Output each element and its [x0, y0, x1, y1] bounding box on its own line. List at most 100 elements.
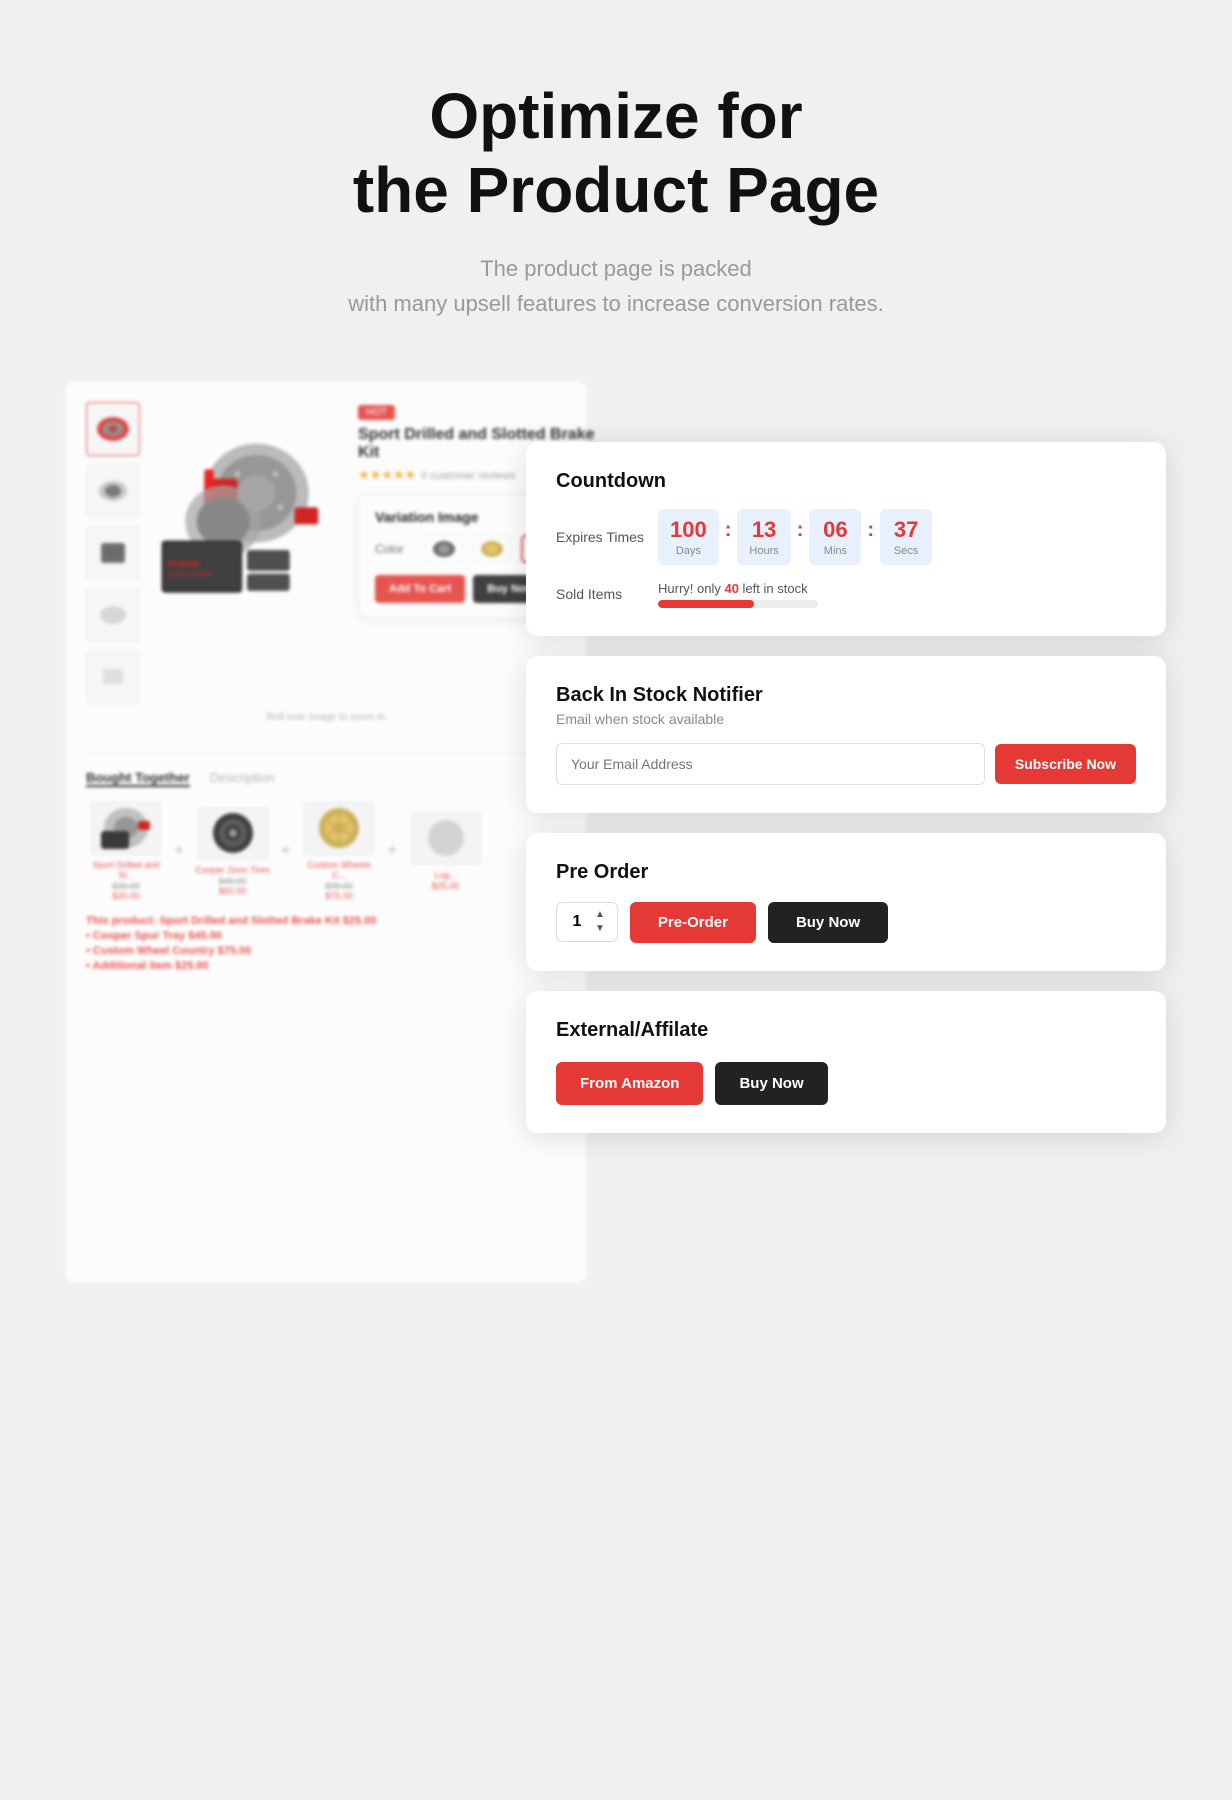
swatch-1[interactable]: [425, 535, 463, 563]
together-name-3: Custom Wheels C...: [299, 860, 379, 882]
product-tag: HOT: [358, 405, 395, 420]
together-name-4: Lug...: [434, 870, 457, 881]
swatch-2[interactable]: [473, 535, 511, 563]
plus-3: +: [387, 840, 398, 861]
hero-subtitle: The product page is packed with many ups…: [348, 251, 884, 321]
preorder-buy-now-button[interactable]: Buy Now: [768, 902, 888, 943]
pre-order-title: Pre Order: [556, 861, 1136, 884]
together-price-old-1: $39.00: [112, 881, 140, 891]
from-amazon-button[interactable]: From Amazon: [556, 1062, 703, 1105]
days-unit: Days: [676, 545, 701, 557]
main-content: POWER EVOLUTION HOT Sport Drilled and Sl…: [66, 382, 1166, 1282]
external-buy-now-button[interactable]: Buy Now: [715, 1062, 827, 1105]
thumbnail-column: [86, 402, 140, 704]
together-product-3: Custom Wheels C... $99.00 $75.00: [299, 801, 379, 902]
hero-subtitle-line2: with many upsell features to increase co…: [348, 291, 884, 316]
progress-bar: [658, 600, 818, 608]
hero-title-line1: Optimize for: [429, 80, 802, 152]
plus-2: +: [281, 840, 292, 861]
plus-1: +: [174, 840, 185, 861]
qty-down-button[interactable]: ▼: [593, 923, 607, 935]
hero-title-line2: the Product Page: [353, 154, 879, 226]
bought-together-section: Bought Together Description: [86, 753, 566, 973]
thumb-2: [86, 464, 140, 518]
together-product-2: Cooper Zeon Tires $49.00 $60.00: [193, 806, 273, 896]
days-box: 100 Days: [658, 509, 719, 565]
quantity-buttons: ▲ ▼: [593, 909, 607, 935]
pre-order-card: Pre Order 1 ▲ ▼ Pre-Order Buy Now: [526, 833, 1166, 971]
product-main-area: POWER EVOLUTION HOT Sport Drilled and Sl…: [86, 402, 566, 704]
together-price-new-4: $25.00: [432, 881, 460, 891]
hero-section: Optimize for the Product Page The produc…: [348, 80, 884, 322]
add-to-cart-button[interactable]: Add To Cart: [375, 575, 465, 603]
days-value: 100: [670, 517, 707, 543]
section-nav: Bought Together Description: [86, 770, 566, 787]
together-img-3: [303, 801, 375, 856]
total-item-1: This product: Sport Drilled and Slotted …: [86, 915, 566, 927]
back-in-stock-title: Back In Stock Notifier: [556, 684, 1136, 707]
secs-box: 37 Secs: [880, 509, 932, 565]
thumb-4: [86, 588, 140, 642]
together-name-2: Cooper Zeon Tires: [195, 865, 270, 876]
product-stars: ★★★★★: [358, 467, 416, 482]
description-tab[interactable]: Description: [210, 770, 275, 787]
together-price-new-1: $20.00: [112, 891, 140, 901]
hours-box: 13 Hours: [737, 509, 790, 565]
thumb-1: [86, 402, 140, 456]
together-img-1: [90, 801, 162, 856]
together-img-4: [410, 811, 482, 866]
svg-text:EVOLUTION: EVOLUTION: [167, 569, 211, 578]
svg-text:POWER: POWER: [167, 559, 199, 569]
sold-text: Hurry! only 40 left in stock: [658, 581, 818, 596]
sold-row: Sold Items Hurry! only 40 left in stock: [556, 581, 1136, 608]
rollover-text: Roll over image to zoom in: [86, 712, 566, 723]
secs-value: 37: [894, 517, 918, 543]
mins-value: 06: [823, 517, 847, 543]
sold-count: 40: [724, 581, 738, 596]
email-row: Subscribe Now: [556, 743, 1136, 785]
external-buttons-row: From Amazon Buy Now: [556, 1062, 1136, 1105]
secs-unit: Secs: [894, 545, 918, 557]
preorder-row: 1 ▲ ▼ Pre-Order Buy Now: [556, 902, 1136, 943]
back-in-stock-subtitle: Email when stock available: [556, 711, 1136, 727]
together-name-1: Sport Drilled and Sl...: [86, 860, 166, 882]
hours-unit: Hours: [749, 545, 778, 557]
sep-2: :: [797, 519, 804, 542]
subscribe-button[interactable]: Subscribe Now: [995, 744, 1136, 784]
together-price-old-2: $49.00: [219, 876, 247, 886]
together-price-new-3: $75.00: [325, 891, 353, 901]
mins-box: 06 Mins: [809, 509, 861, 565]
together-items: Sport Drilled and Sl... $39.00 $20.00 +: [86, 801, 566, 902]
external-title: External/Affilate: [556, 1019, 1136, 1042]
hero-title: Optimize for the Product Page: [348, 80, 884, 227]
progress-fill: [658, 600, 754, 608]
countdown-title: Countdown: [556, 470, 1136, 493]
countdown-card: Countdown Expires Times 100 Days : 13 Ho…: [526, 442, 1166, 636]
quantity-wrapper: 1 ▲ ▼: [556, 902, 618, 942]
together-img-2: [197, 806, 269, 861]
color-label: Color: [375, 542, 415, 556]
total-item-3: • Custom Wheel Country $75.00: [86, 945, 566, 957]
together-price-old-3: $99.00: [325, 881, 353, 891]
hero-subtitle-line1: The product page is packed: [480, 256, 752, 281]
sold-label: Sold Items: [556, 586, 646, 602]
product-main-image: POWER EVOLUTION: [152, 402, 342, 622]
back-in-stock-card: Back In Stock Notifier Email when stock …: [526, 656, 1166, 813]
preorder-button[interactable]: Pre-Order: [630, 902, 756, 943]
total-item-4: • Additional item $25.00: [86, 960, 566, 972]
mins-unit: Mins: [824, 545, 847, 557]
feature-cards: Countdown Expires Times 100 Days : 13 Ho…: [526, 442, 1166, 1282]
bought-together-tab[interactable]: Bought Together: [86, 770, 190, 787]
total-item-2: • Cooper Spur Tray $45.00: [86, 930, 566, 942]
email-input[interactable]: [556, 743, 985, 785]
together-price-new-2: $60.00: [219, 886, 247, 896]
total-row: This product: Sport Drilled and Slotted …: [86, 915, 566, 972]
together-product-1: Sport Drilled and Sl... $39.00 $20.00: [86, 801, 166, 902]
sold-info: Hurry! only 40 left in stock: [658, 581, 818, 608]
together-product-4: Lug... $25.00: [406, 811, 486, 891]
external-card: External/Affilate From Amazon Buy Now: [526, 991, 1166, 1133]
sep-1: :: [725, 519, 732, 542]
thumb-5: [86, 650, 140, 704]
thumb-3: [86, 526, 140, 580]
qty-up-button[interactable]: ▲: [593, 909, 607, 921]
